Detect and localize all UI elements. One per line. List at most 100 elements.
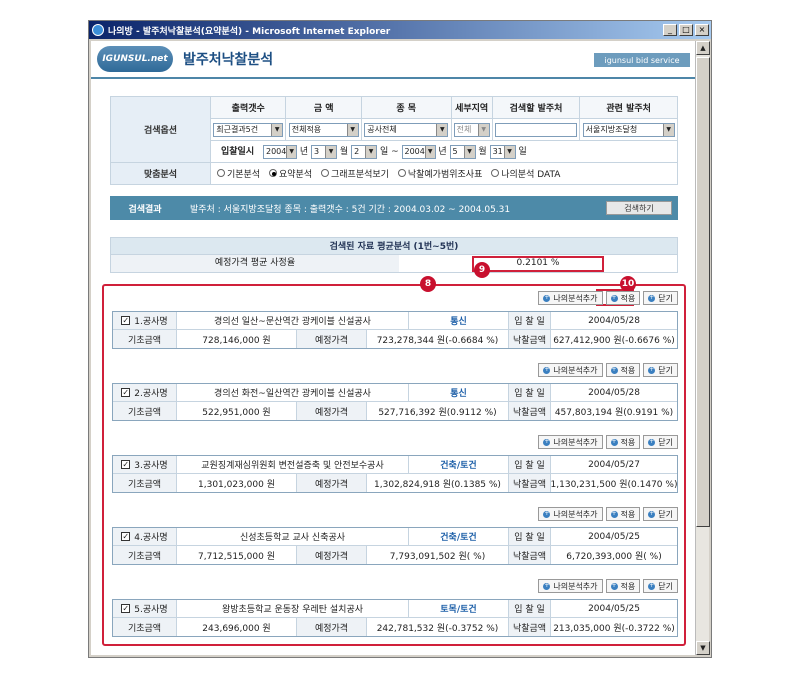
badge-9: 9 [474, 262, 490, 278]
from-month-select[interactable]: 3 ▼ [311, 144, 338, 159]
minimize-button[interactable]: _ [663, 24, 677, 36]
chevron-down-icon: ▼ [436, 123, 448, 136]
add-analysis-button[interactable]: + 나의분석추가 [538, 435, 603, 449]
window-title: 나의방 - 발주처낙찰분석(요약분석) - Microsoft Internet… [108, 26, 391, 37]
apply-button[interactable]: + 적용 [605, 291, 641, 305]
apply-button[interactable]: + 적용 [605, 363, 641, 377]
item-button-row: + 나의분석추가 + 적용 + 닫기 [112, 507, 678, 523]
item-button-row: + 나의분석추가 + 적용 + 닫기 [112, 435, 678, 451]
apply-button[interactable]: + 적용 [605, 579, 641, 593]
chevron-down-icon: ▼ [463, 145, 475, 158]
item-number[interactable]: ✓ 3.공사명 [113, 456, 177, 473]
radio-basic[interactable]: 기본분석 [217, 167, 260, 180]
result-info: 발주처 : 서울지방조달청 종목 : 출력갯수 : 5건 기간 : 2004.0… [190, 204, 511, 215]
expected-price-label: 예정가격 [297, 618, 367, 636]
result-label: 검색결과 [128, 204, 162, 215]
scroll-down-icon[interactable]: ▼ [696, 641, 710, 655]
checkbox-checked-icon[interactable]: ✓ [121, 532, 131, 541]
checkbox-checked-icon[interactable]: ✓ [121, 388, 131, 397]
search-options-label: 검색옵션 [110, 96, 211, 163]
item-table: ✓ 2.공사명 경의선 화전~일산역간 광케이블 신설공사 통신 입 찰 일 20… [112, 383, 678, 421]
expected-price: 723,278,344 원(-0.6684 %) [367, 330, 509, 348]
close-item-button[interactable]: + 닫기 [643, 291, 678, 305]
average-title: 검색된 자료 평균분석 (1번~5번) [110, 237, 678, 255]
table-row: ✓ 5.공사명 왕방초등학교 운동장 우레탄 설치공사 토목/토건 입 찰 일 2… [113, 600, 677, 618]
close-item-button[interactable]: + 닫기 [643, 435, 678, 449]
from-day-select[interactable]: 2 ▼ [351, 144, 378, 159]
analysis-label: 맞춤분석 [110, 162, 211, 185]
expected-price-label: 예정가격 [297, 474, 367, 492]
plus-icon: + [543, 438, 551, 446]
to-day-select[interactable]: 31 ▼ [489, 144, 516, 159]
radio-graph[interactable]: 그래프분석보기 [321, 167, 389, 180]
item-number[interactable]: ✓ 2.공사명 [113, 384, 177, 401]
header-related-orderer: 관련 발주처 [579, 96, 678, 119]
item-number[interactable]: ✓ 5.공사명 [113, 600, 177, 617]
add-analysis-button[interactable]: + 나의분석추가 [538, 363, 603, 377]
expected-price-label: 예정가격 [297, 546, 367, 564]
result-bar: 검색결과 발주처 : 서울지방조달청 종목 : 출력갯수 : 5건 기간 : 2… [110, 196, 678, 220]
add-analysis-button[interactable]: + 나의분석추가 [538, 507, 603, 521]
bid-amount: 627,412,900 원(-0.6676 %) [553, 335, 675, 346]
radio-mydata[interactable]: 나의분석 DATA [491, 167, 560, 180]
chevron-down-icon: ▼ [325, 145, 337, 158]
table-row: 기초금액 243,696,000 원 예정가격 242,781,532 원(-0… [113, 618, 677, 636]
header-count: 출력갯수 [209, 96, 287, 119]
radio-summary[interactable]: 요약분석 [269, 167, 312, 180]
expected-price: 1,302,824,918 원(0.1385 %) [367, 474, 509, 492]
bid-amount-label: 낙찰금액 [509, 474, 551, 492]
plus-icon: + [648, 510, 656, 518]
related-orderer-select[interactable]: 서울지방조달청 ▼ [582, 122, 675, 137]
apply-button[interactable]: + 적용 [605, 435, 641, 449]
bid-amount-label: 낙찰금액 [509, 402, 551, 420]
item-number[interactable]: ✓ 4.공사명 [113, 528, 177, 545]
scroll-up-icon[interactable]: ▲ [696, 41, 710, 55]
scroll-thumb[interactable] [696, 57, 710, 527]
apply-button[interactable]: + 적용 [605, 507, 641, 521]
add-analysis-button[interactable]: + 나의분석추가 [538, 291, 603, 305]
add-analysis-button[interactable]: + 나의분석추가 [538, 579, 603, 593]
base-amount-label: 기초금액 [113, 402, 177, 420]
count-select[interactable]: 최근결과5건 ▼ [213, 122, 284, 137]
vertical-scrollbar[interactable]: ▲ ▼ [695, 41, 710, 655]
close-item-button[interactable]: + 닫기 [643, 363, 678, 377]
day-unit: 일 ~ [379, 147, 399, 158]
region-select[interactable]: 전체 ▼ [453, 122, 490, 137]
table-row: 기초금액 522,951,000 원 예정가격 527,716,392 원(0.… [113, 402, 677, 420]
item-number[interactable]: ✓ 1.공사명 [113, 312, 177, 329]
project-name: 경의선 화전~일산역간 광케이블 신설공사 [177, 384, 409, 401]
search-orderer-input[interactable] [495, 122, 578, 137]
bid-amount-label: 낙찰금액 [509, 618, 551, 636]
maximize-button[interactable]: □ [679, 24, 693, 36]
result-item: + 나의분석추가 + 적용 + 닫기 ✓ 1.공사명 경의선 일산~문산역간 광케이블 … [112, 291, 678, 349]
chevron-down-icon: ▼ [346, 123, 358, 136]
close-item-button[interactable]: + 닫기 [643, 507, 678, 521]
bid-date-label: 입 찰 일 [509, 312, 551, 329]
from-year-select[interactable]: 2004 ▼ [263, 144, 297, 159]
item-button-row: + 나의분석추가 + 적용 + 닫기 [112, 363, 678, 379]
bid-date: 2004/05/28 [588, 387, 640, 398]
ie-icon [92, 24, 104, 36]
bid-date: 2004/05/27 [588, 459, 640, 470]
title-bar: 나의방 - 발주처낙찰분석(요약분석) - Microsoft Internet… [89, 21, 711, 39]
close-button[interactable]: × [695, 24, 709, 36]
base-amount: 728,146,000 원 [177, 330, 297, 348]
amount-select[interactable]: 전체적용 ▼ [288, 122, 359, 137]
checkbox-checked-icon[interactable]: ✓ [121, 604, 131, 613]
badge-10: 10 [620, 276, 636, 292]
category-select[interactable]: 공사전체 ▼ [364, 122, 449, 137]
radio-icon [397, 169, 406, 178]
plus-icon: + [610, 510, 618, 518]
plus-icon: + [543, 582, 551, 590]
search-button[interactable]: 검색하기 [606, 201, 672, 215]
plus-icon: + [610, 582, 618, 590]
radio-range[interactable]: 낙찰예가범위조사표 [397, 167, 482, 180]
expected-price: 7,793,091,502 원( %) [367, 546, 509, 564]
to-year-select[interactable]: 2004 ▼ [401, 144, 436, 159]
checkbox-checked-icon[interactable]: ✓ [121, 460, 131, 469]
table-row: ✓ 2.공사명 경의선 화전~일산역간 광케이블 신설공사 통신 입 찰 일 20… [113, 384, 677, 402]
to-month-select[interactable]: 5 ▼ [449, 144, 476, 159]
project-category: 통신 [409, 384, 509, 401]
checkbox-checked-icon[interactable]: ✓ [121, 316, 131, 325]
close-item-button[interactable]: + 닫기 [643, 579, 678, 593]
